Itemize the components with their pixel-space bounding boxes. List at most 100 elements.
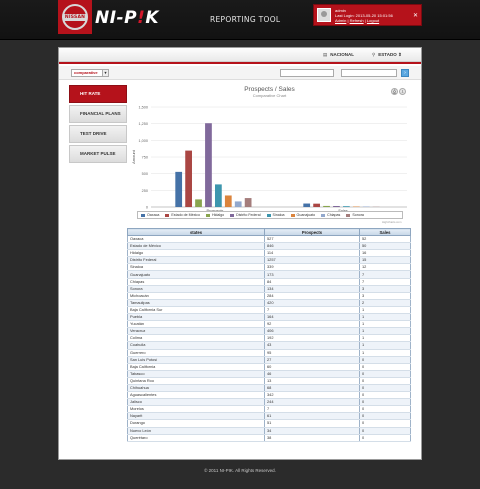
cell-state: Aguascalientes [127,391,265,400]
legend-label: Estado de México [171,213,200,217]
filter-icon: ⚲ [372,52,376,57]
tab-test-drive[interactable]: TEST DRIVE [69,125,127,143]
date-from-input[interactable] [280,69,334,77]
tab-hit-rate[interactable]: HIT RATE [69,85,127,103]
legend-label: Sonora [352,213,364,217]
legend-label: Oaxaca [147,213,160,217]
cell-state: Querétaro [127,434,265,442]
bar [175,171,183,207]
cell-state: Coahuila [127,341,265,350]
print-icon[interactable]: ⎙ [391,88,398,95]
cell-sales: 1 [359,306,411,315]
table-row: Durango 51 0 [127,419,411,428]
cell-state: Guerrero [127,349,265,357]
avatar [317,8,331,22]
legend-item[interactable]: Hidalgo [205,213,224,217]
cell-sales: 1 [359,327,411,336]
logout-link[interactable]: Logout [367,18,379,23]
refresh-link[interactable]: Refresh [350,18,364,23]
legend-label: Sinaloa [272,213,285,217]
table-row: Nuevo León 34 0 [127,427,411,435]
cell-state: Sonora [127,285,265,293]
cell-prospects: 342 [264,391,360,400]
legend-item[interactable]: Distrito Federal [230,213,261,217]
export-icon[interactable]: ⇩ [399,88,406,95]
cell-sales: 7 [359,270,411,279]
cell-prospects: 339 [264,263,360,272]
col-sales[interactable]: Sales [359,228,411,236]
legend-item[interactable]: Sonora [346,213,364,217]
legend-label: Chiapas [327,213,341,217]
cell-prospects: 527 [264,235,360,244]
col-states[interactable]: states [127,228,265,236]
bar [333,206,340,207]
legend-swatch [230,213,235,217]
tab-financial-plans[interactable]: FINANCIAL PLANS [69,105,127,123]
bar [205,123,212,207]
cell-prospects: 846 [264,242,360,251]
legend-item[interactable]: Oaxaca [141,213,159,217]
top-bar: NISSAN NI-P!K REPORTING TOOL admin Last … [0,0,480,40]
cell-state: Oaxaca [127,235,265,244]
table-row: Coahuila 43 1 [127,341,411,350]
cell-prospects: 420 [264,299,360,307]
cell-state: Hidalgo [127,249,265,258]
side-menu: HIT RATE FINANCIAL PLANS TEST DRIVE MARK… [69,85,127,165]
cell-prospects: 7 [264,405,360,414]
table-row: Tabasco 46 0 [127,370,411,378]
table-row: Sinaloa 339 12 [127,263,411,272]
y-tick-label: 750 [142,156,148,160]
nav-nacional[interactable]: ▤ NACIONAL [323,52,354,58]
cell-prospects: 46 [264,370,360,378]
nav-estado[interactable]: ⚲ ESTADO ⇕ [372,52,402,58]
legend-label: Guanajuato [296,213,316,217]
cell-sales: 2 [359,299,411,307]
close-icon[interactable]: ✕ [413,12,418,19]
col-prospects[interactable]: Prospects [264,228,360,236]
bar [313,203,320,207]
cell-sales: 12 [359,263,411,272]
chart-legend: Oaxaca Estado de México Hidalgo Distrito Fe… [137,211,403,219]
cell-state: Durango [127,419,265,428]
bar [195,199,202,207]
legend-item[interactable]: Estado de México [165,213,200,217]
table-row: Puebla 164 1 [127,313,411,322]
table-row: Tamaulipas 420 2 [127,299,411,307]
cell-state: San Luis Potosí [127,356,265,364]
table-row: Michoacán 284 3 [127,292,411,300]
date-to-input[interactable] [341,69,397,77]
cell-prospects: 92 [264,320,360,329]
cell-prospects: 34 [264,427,360,435]
brand-logo: NI-P!K [95,8,160,28]
bar [244,198,252,207]
cell-prospects: 51 [264,419,360,428]
cell-state: Baja California [127,363,265,371]
cell-prospects: 134 [264,285,360,293]
table-row: Morelos 7 0 [127,405,411,414]
cell-prospects: 84 [264,278,360,286]
apply-button[interactable]: › [401,69,409,77]
table-row: Colima 192 1 [127,334,411,343]
legend-item[interactable]: Guanajuato [290,213,316,217]
tab-market-pulse[interactable]: MARKET PULSE [69,145,127,163]
cell-state: Michoacán [127,292,265,300]
cell-sales: 0 [359,412,411,421]
cell-prospects: 192 [264,334,360,343]
bar [185,150,192,207]
cell-state: Jalisco [127,398,265,407]
cell-sales: 0 [359,391,411,400]
y-tick-label: 1,500 [138,106,148,110]
cell-sales: 0 [359,434,411,442]
admin-link[interactable]: Admin [335,18,346,23]
comparison-select[interactable]: comparative ▾ [71,69,109,77]
cell-sales: 0 [359,405,411,414]
chart-credit: Highcharts.com [382,220,402,224]
legend-swatch [346,213,351,217]
table-row: Veracruz 406 1 [127,327,411,336]
nissan-logo: NISSAN [58,0,92,34]
cell-sales: 0 [359,356,411,364]
chart-title: Prospects / Sales [244,86,295,93]
legend-item[interactable]: Sinaloa [266,213,285,217]
cell-state: Tamaulipas [127,299,265,307]
legend-item[interactable]: Chiapas [321,213,340,217]
